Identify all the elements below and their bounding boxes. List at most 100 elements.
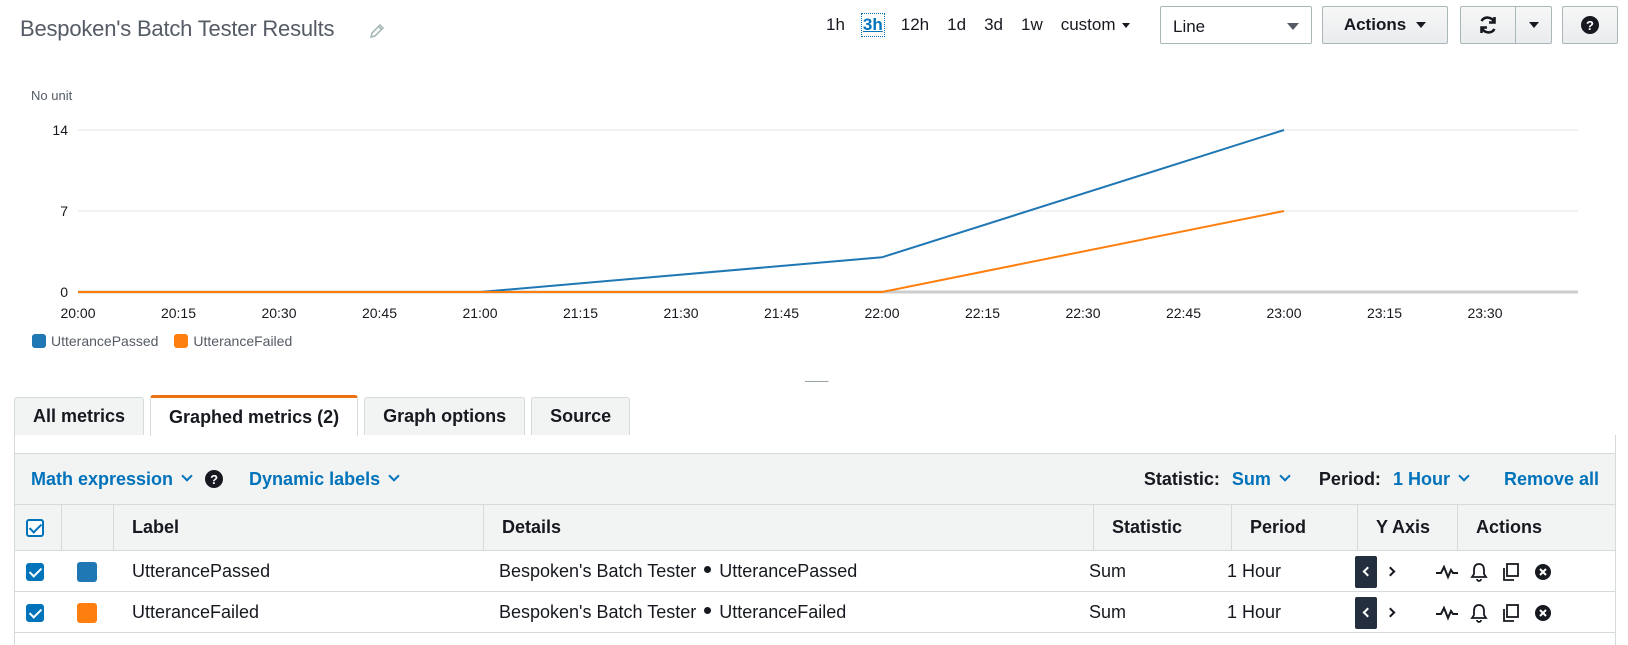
math-icon[interactable]: [1433, 558, 1461, 586]
row-statistic[interactable]: Sum: [1089, 593, 1126, 632]
help-icon: ?: [1581, 16, 1599, 34]
line-chart-svg: No unit 0 7 14 20:00 20:15 20:30 20:45 21:00 21:1…: [31, 88, 1578, 321]
metrics-tabs: All metrics Graphed metrics (2) Graph op…: [14, 395, 636, 436]
range-custom[interactable]: custom: [1061, 15, 1130, 35]
pencil-icon[interactable]: [368, 22, 386, 40]
label-col-header[interactable]: Label: [113, 505, 483, 550]
range-1d[interactable]: 1d: [947, 15, 966, 35]
range-1h[interactable]: 1h: [826, 15, 845, 35]
range-3d[interactable]: 3d: [984, 15, 1003, 35]
series-line-UtteranceFailed: [78, 210, 1285, 293]
actions-col-header: Actions: [1457, 505, 1615, 550]
x-tick-label: 20:00: [60, 305, 95, 321]
x-tick-label: 21:00: [462, 305, 497, 321]
copy-icon[interactable]: [1497, 599, 1525, 627]
select-all-cell: [15, 505, 61, 550]
legend-item-passed[interactable]: UtterancePassed: [32, 333, 158, 349]
row-details: Bespoken's Batch Tester UtteranceFailed: [499, 593, 846, 632]
statistic-value: Sum: [1231, 468, 1271, 489]
row-label[interactable]: UtterancePassed: [132, 552, 270, 591]
range-3h[interactable]: 3h: [860, 13, 885, 37]
y-axis-left-button[interactable]: [1355, 555, 1377, 588]
metrics-chart: No unit 0 7 14 20:00 20:15 20:30 20:45 21:00 21:1…: [0, 70, 1628, 370]
help-icon[interactable]: ?: [205, 470, 224, 488]
dynamic-labels-dropdown[interactable]: Dynamic labels: [249, 468, 400, 490]
chart-legend: UtterancePassed UtteranceFailed: [32, 333, 308, 349]
caret-down-icon: [1528, 22, 1539, 28]
row-checkbox-cell: [26, 552, 44, 591]
range-12h[interactable]: 12h: [901, 15, 929, 35]
row-actions: [1433, 552, 1561, 591]
caret-down-icon: [1416, 22, 1427, 28]
y-axis-left-button[interactable]: [1355, 596, 1377, 629]
chevron-down-icon: [1279, 470, 1291, 482]
legend-label-failed: UtteranceFailed: [193, 333, 293, 349]
y-tick-label: 0: [60, 284, 68, 300]
remove-all-button[interactable]: Remove all: [1504, 469, 1599, 490]
separator-dot: [704, 566, 712, 573]
row-color-cell: [77, 593, 97, 632]
row-checkbox[interactable]: [26, 562, 44, 581]
caret-down-icon: [1287, 23, 1299, 30]
statistic-dropdown[interactable]: Sum: [1231, 468, 1291, 490]
chevron-down-icon: [388, 470, 400, 482]
range-1w[interactable]: 1w: [1021, 15, 1043, 35]
yaxis-col-header: Y Axis: [1357, 505, 1457, 550]
range-custom-label: custom: [1060, 15, 1116, 34]
tab-source[interactable]: Source: [531, 397, 631, 435]
y-tick-label: 14: [52, 122, 68, 138]
resize-handle[interactable]: ───: [805, 374, 828, 388]
metrics-table-header: Label Details Statistic Period Y Axis Ac…: [15, 505, 1615, 551]
row-period[interactable]: 1 Hour: [1227, 552, 1281, 591]
x-tick-label: 22:00: [864, 305, 899, 321]
row-checkbox[interactable]: [26, 603, 44, 622]
caret-down-icon: [1121, 22, 1130, 28]
help-button[interactable]: ?: [1562, 6, 1618, 44]
row-color-swatch[interactable]: [77, 602, 97, 623]
tab-graph-options[interactable]: Graph options: [364, 397, 526, 435]
legend-item-failed[interactable]: UtteranceFailed: [174, 333, 292, 349]
x-tick-label: 21:15: [563, 305, 598, 321]
y-axis-unit-label: No unit: [31, 88, 73, 103]
details-col-header[interactable]: Details: [483, 505, 1093, 550]
dynamic-labels-label: Dynamic labels: [249, 468, 381, 489]
tab-graphed-metrics[interactable]: Graphed metrics (2): [150, 395, 359, 436]
refresh-button[interactable]: [1460, 6, 1516, 44]
row-color-cell: [77, 552, 97, 591]
period-dropdown[interactable]: 1 Hour: [1392, 468, 1470, 490]
statistic-label: Statistic:: [1143, 468, 1220, 489]
period-value: 1 Hour: [1392, 468, 1450, 489]
statistic-col-header[interactable]: Statistic: [1093, 505, 1231, 550]
math-icon[interactable]: [1433, 599, 1461, 627]
x-tick-label: 22:15: [965, 305, 1000, 321]
copy-icon[interactable]: [1497, 558, 1525, 586]
x-tick-label: 23:15: [1367, 305, 1402, 321]
chevron-down-icon: [1458, 470, 1470, 482]
x-tick-label: 21:30: [663, 305, 698, 321]
row-label[interactable]: UtteranceFailed: [132, 593, 259, 632]
bell-icon[interactable]: [1465, 599, 1493, 627]
select-all-checkbox[interactable]: [26, 518, 44, 537]
row-period[interactable]: 1 Hour: [1227, 593, 1281, 632]
tab-all-metrics[interactable]: All metrics: [14, 397, 145, 435]
row-color-swatch[interactable]: [77, 561, 97, 582]
y-axis-right-button[interactable]: [1381, 597, 1403, 629]
chart-type-select[interactable]: Line: [1160, 6, 1312, 44]
actions-label: Actions: [1343, 15, 1407, 34]
close-circle-icon[interactable]: [1529, 558, 1557, 586]
row-yaxis: [1355, 552, 1403, 591]
legend-swatch-failed: [174, 334, 189, 348]
time-range-selector: 1h 3h 12h 1d 3d 1w custom: [826, 12, 1130, 38]
period-col-header[interactable]: Period: [1231, 505, 1357, 550]
close-circle-icon[interactable]: [1529, 599, 1557, 627]
color-col-header: [61, 505, 113, 550]
row-details: Bespoken's Batch Tester UtterancePassed: [499, 552, 857, 591]
graph-title: Bespoken's Batch Tester Results: [20, 16, 335, 41]
row-statistic[interactable]: Sum: [1089, 552, 1126, 591]
refresh-interval-dropdown[interactable]: [1515, 6, 1552, 44]
table-row: UtterancePassed Bespoken's Batch Tester …: [15, 552, 1615, 592]
bell-icon[interactable]: [1465, 558, 1493, 586]
y-axis-right-button[interactable]: [1381, 556, 1403, 588]
math-expression-dropdown[interactable]: Math expression: [31, 469, 193, 490]
actions-button[interactable]: Actions: [1322, 6, 1448, 44]
